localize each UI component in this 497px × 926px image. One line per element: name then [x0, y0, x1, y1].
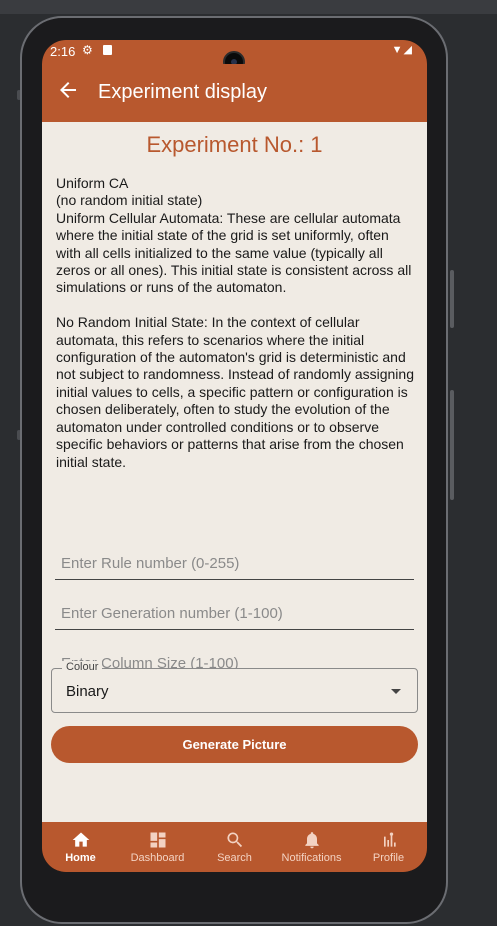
nav-item-home[interactable]: Home [42, 822, 119, 872]
generation-number-field[interactable] [55, 598, 414, 630]
wifi-signal-icons: ▼◢ [391, 44, 413, 56]
page-title: Experiment display [98, 81, 267, 103]
emulator-toolbar-strip [0, 0, 497, 14]
bottom-navigation: Home Dashboard Search Notifications Prof… [42, 822, 427, 872]
nav-item-profile[interactable]: Profile [350, 822, 427, 872]
nav-item-dashboard[interactable]: Dashboard [119, 822, 196, 872]
nav-label-search: Search [217, 852, 252, 864]
status-bar: 2:16 ⚙ ▼◢ [42, 40, 427, 73]
dashboard-icon [150, 832, 165, 848]
search-icon [226, 832, 242, 848]
nav-item-search[interactable]: Search [196, 822, 273, 872]
volume-button[interactable] [450, 390, 454, 500]
nav-label-home: Home [65, 852, 96, 864]
sd-card-icon [103, 45, 112, 55]
power-button[interactable] [450, 270, 454, 328]
profile-icon [383, 832, 396, 847]
experiment-description: Uniform CA (no random initial state) Uni… [56, 175, 414, 470]
experiment-title: Experiment No.: 1 [146, 132, 323, 157]
rule-number-field[interactable] [55, 548, 414, 580]
back-arrow-icon[interactable] [56, 78, 80, 102]
nav-label-notifications: Notifications [281, 852, 342, 864]
nav-label-dashboard: Dashboard [130, 852, 185, 864]
app-bar: Experiment display [42, 64, 427, 122]
rule-number-input[interactable] [55, 548, 414, 578]
bell-icon [304, 832, 319, 849]
status-time: 2:16 [50, 44, 76, 59]
generate-picture-button[interactable]: Generate Picture [51, 726, 418, 763]
device-screen: 2:16 ⚙ ▼◢ Experiment display Experiment … [42, 40, 427, 872]
generation-number-input[interactable] [55, 598, 414, 628]
home-icon [72, 832, 89, 847]
caret-down-icon [391, 689, 401, 694]
main-content: Experiment No.: 1 Uniform CA (no random … [42, 122, 427, 822]
colour-dropdown-label: Colour [62, 661, 103, 673]
nav-label-profile: Profile [372, 852, 405, 864]
colour-dropdown-value: Binary [66, 683, 109, 700]
settings-icon: ⚙ [82, 43, 93, 57]
colour-dropdown[interactable]: Colour Binary [51, 661, 418, 713]
nav-item-notifications[interactable]: Notifications [273, 822, 350, 872]
